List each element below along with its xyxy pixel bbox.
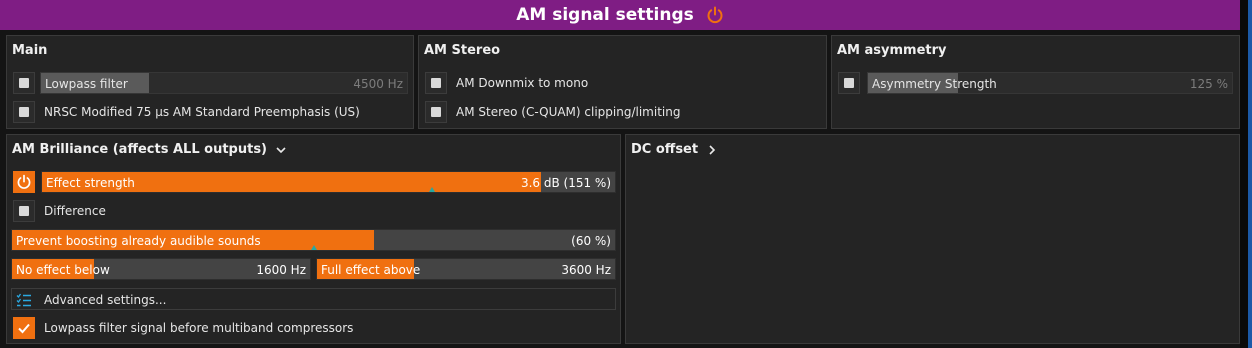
prevent-boosting-marker — [310, 245, 317, 250]
chevron-down-icon[interactable] — [275, 144, 287, 156]
effect-strength-marker — [428, 187, 435, 192]
window-titlebar: AM signal settings — [0, 0, 1240, 30]
am-asymmetry-panel: AM asymmetry Asymmetry Strength 125 % — [831, 35, 1240, 129]
am-brilliance-panel: AM Brilliance (affects ALL outputs) Effe… — [6, 134, 621, 344]
difference-label: Difference — [44, 204, 106, 218]
main-panel-title: Main — [12, 43, 48, 58]
main-panel: Main Lowpass filter 4500 Hz NRSC Modifie… — [6, 35, 414, 129]
no-effect-below-slider[interactable]: No effect below 1600 Hz — [11, 258, 311, 280]
no-effect-below-label: No effect below — [16, 263, 110, 277]
effect-strength-slider[interactable]: Effect strength 3.6 dB (151 %) — [41, 171, 616, 193]
prevent-boosting-label: Prevent boosting already audible sounds — [16, 234, 261, 248]
am-brilliance-panel-title: AM Brilliance (affects ALL outputs) — [12, 142, 287, 157]
am-downmix-checkbox[interactable] — [425, 72, 447, 94]
effect-strength-power-button[interactable] — [13, 171, 35, 193]
advanced-settings-label: Advanced settings... — [44, 293, 167, 307]
window-edge — [1240, 0, 1252, 348]
advanced-settings-button[interactable]: Advanced settings... — [11, 288, 616, 310]
chevron-right-icon[interactable] — [706, 144, 718, 156]
nrsc-preemphasis-checkbox[interactable] — [13, 101, 35, 123]
prevent-boosting-value: (60 %) — [571, 234, 611, 248]
power-icon[interactable] — [706, 6, 724, 24]
lowpass-filter-slider[interactable]: Lowpass filter 4500 Hz — [40, 72, 408, 94]
power-icon — [17, 174, 31, 189]
cquam-clipping-label: AM Stereo (C-QUAM) clipping/limiting — [456, 105, 681, 119]
dc-offset-panel-title[interactable]: DC offset — [631, 142, 718, 157]
nrsc-preemphasis-label: NRSC Modified 75 µs AM Standard Preempha… — [44, 105, 360, 119]
effect-strength-label: Effect strength — [46, 176, 135, 190]
asymmetry-strength-value: 125 % — [1189, 77, 1228, 91]
effect-strength-value: 3.6 dB (151 %) — [520, 176, 611, 190]
window-title: AM signal settings — [516, 5, 694, 25]
lowpass-multiband-label: Lowpass filter signal before multiband c… — [44, 321, 354, 335]
window-border — [1248, 0, 1252, 348]
lowpass-multiband-checkbox[interactable] — [13, 317, 35, 339]
am-stereo-panel: AM Stereo AM Downmix to mono AM Stereo (… — [418, 35, 827, 129]
asymmetry-strength-label: Asymmetry Strength — [872, 77, 997, 91]
lowpass-filter-checkbox[interactable] — [13, 72, 35, 94]
am-downmix-label: AM Downmix to mono — [456, 76, 589, 90]
full-effect-above-label: Full effect above — [321, 263, 421, 277]
cquam-clipping-checkbox[interactable] — [425, 101, 447, 123]
am-asymmetry-panel-title: AM asymmetry — [837, 43, 947, 58]
checklist-icon — [16, 293, 31, 307]
difference-checkbox[interactable] — [13, 200, 35, 222]
no-effect-below-value: 1600 Hz — [256, 263, 306, 277]
checkmark-icon — [18, 323, 30, 334]
lowpass-filter-value: 4500 Hz — [353, 77, 403, 91]
lowpass-filter-label: Lowpass filter — [45, 77, 128, 91]
asymmetry-strength-checkbox[interactable] — [838, 72, 860, 94]
prevent-boosting-slider[interactable]: Prevent boosting already audible sounds … — [11, 229, 616, 251]
asymmetry-strength-slider[interactable]: Asymmetry Strength 125 % — [867, 72, 1233, 94]
full-effect-above-value: 3600 Hz — [561, 263, 611, 277]
dc-offset-panel: DC offset — [625, 134, 1240, 344]
am-stereo-panel-title: AM Stereo — [424, 43, 501, 58]
full-effect-above-slider[interactable]: Full effect above 3600 Hz — [316, 258, 616, 280]
